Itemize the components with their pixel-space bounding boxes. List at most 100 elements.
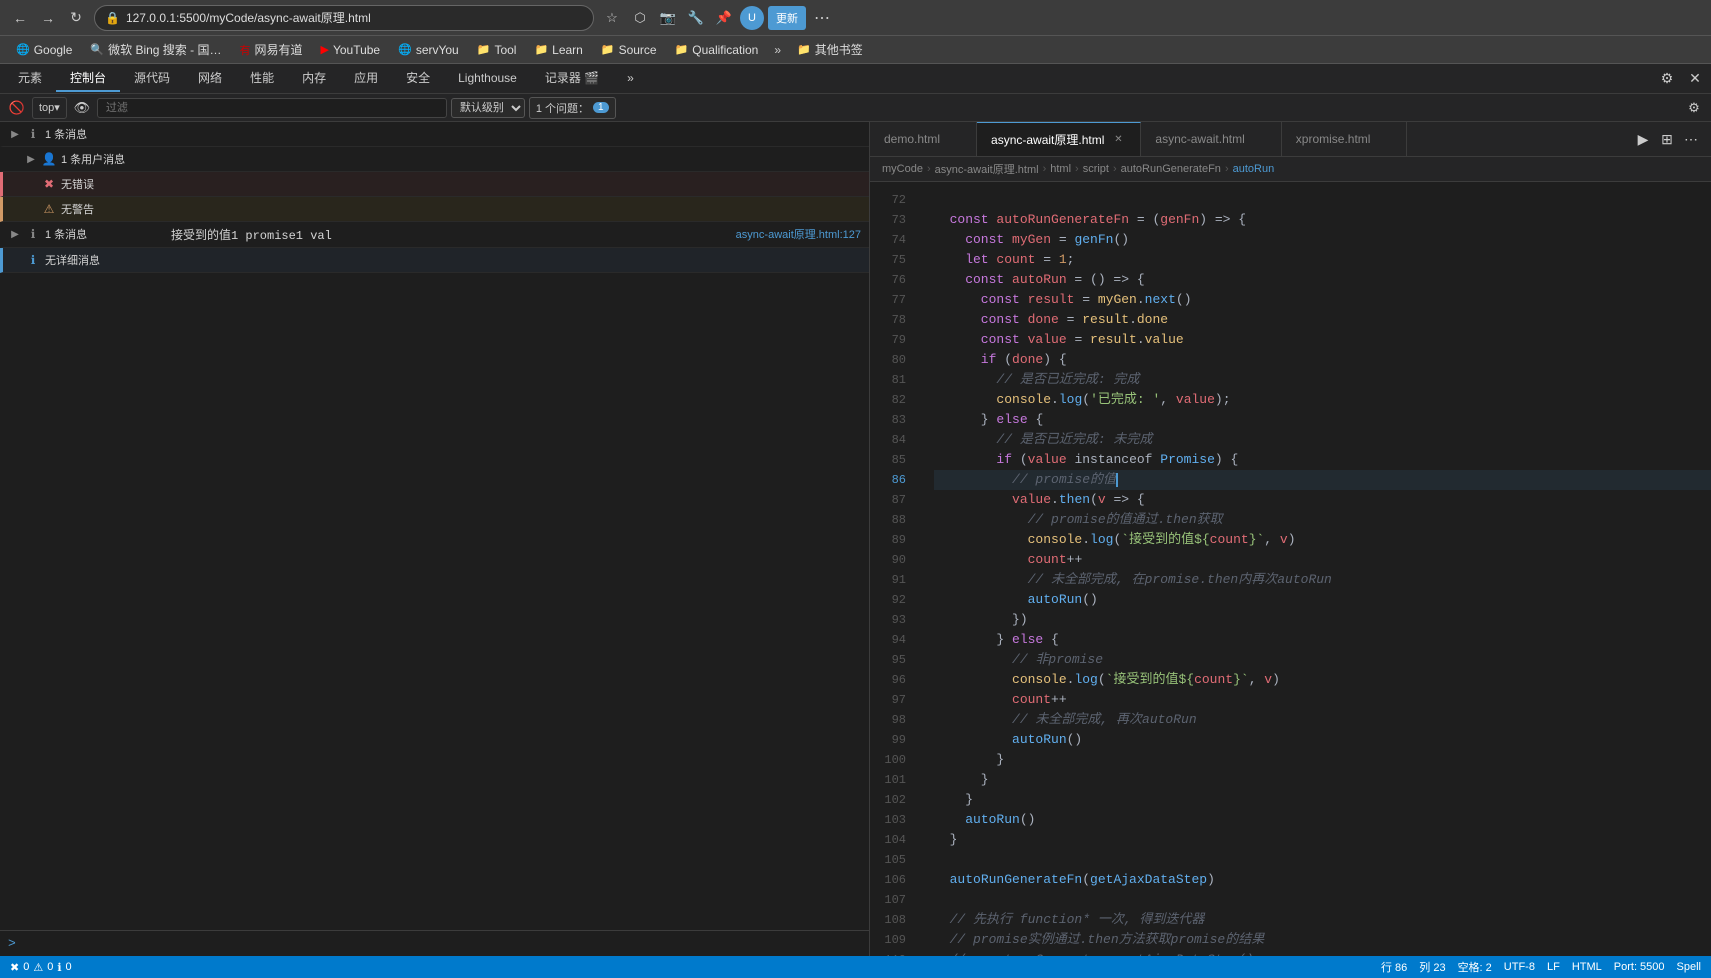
code-line-89: console.log(`接受到的值${count}`, v) [934,530,1711,550]
console-msg-1: ▶ ℹ 1 条消息 [0,122,869,147]
run-button[interactable]: ▶ [1631,127,1655,151]
bookmark-tool[interactable]: 📁 Tool [469,41,525,59]
filter-input[interactable] [97,98,447,118]
status-errors[interactable]: ✖ 0 ⚠ 0 ℹ 0 [10,961,72,974]
status-line[interactable]: 行 86 [1381,959,1407,975]
tab-security[interactable]: 安全 [392,65,444,92]
update-button[interactable]: 更新 [768,6,806,30]
status-line-ending[interactable]: LF [1547,959,1560,975]
code-line-92: autoRun() [934,590,1711,610]
screenshot-button[interactable]: 📷 [656,6,680,30]
close-xpromise-tab[interactable] [1376,131,1392,147]
info-label: 无详细消息 [45,252,100,268]
bookmark-youdao[interactable]: 有 网易有道 [231,39,310,60]
tab-performance[interactable]: 性能 [236,65,288,92]
qualification-folder-icon: 📁 [675,43,689,56]
bookmark-youtube[interactable]: ▶ YouTube [312,41,388,59]
console-top-filter[interactable]: top ▾ [32,97,67,119]
editor-tab-xpromise[interactable]: xpromise.html [1282,122,1408,157]
code-line-79: const value = result.value [934,330,1711,350]
console-eye-button[interactable]: 👁 [71,97,93,119]
devtools-more-tabs[interactable]: » [613,67,648,91]
console-messages: ▶ ℹ 1 条消息 ▶ 👤 1 条用户消息 ▶ ✖ [0,122,869,930]
code-line-90: count++ [934,550,1711,570]
editor-tab-async-await2[interactable]: async-await.html [1141,122,1281,157]
code-line-101: } [934,770,1711,790]
status-language[interactable]: HTML [1572,959,1602,975]
bookmark-source[interactable]: 📁 Source [593,41,665,59]
code-line-103: autoRun() [934,810,1711,830]
error-count-icon: ✖ [10,961,19,974]
code-line-109: // promise实例通过.then方法获取promise的结果 [934,930,1711,950]
devtools-close[interactable]: ✕ [1683,67,1707,91]
code-line-99: autoRun() [934,730,1711,750]
split-editor-button[interactable]: ⊞ [1655,127,1679,151]
tab-recorder[interactable]: 记录器 🎬 [531,65,613,92]
bookmarks-more-button[interactable]: » [768,41,787,59]
tab-lighthouse[interactable]: Lighthouse [444,67,531,91]
status-port[interactable]: Port: 5500 [1614,959,1665,975]
devtools-actions: ⚙ ✕ [1655,67,1707,91]
code-line-80: if (done) { [934,350,1711,370]
profile-button[interactable]: U [740,6,764,30]
code-line-76: const autoRun = () => { [934,270,1711,290]
info-content [163,250,869,254]
bookmark-google[interactable]: 🌐 Google [8,41,80,59]
code-line-72 [934,190,1711,210]
youtube-label: YouTube [333,43,380,57]
close-async-await2-tab[interactable] [1251,131,1267,147]
tab-network[interactable]: 网络 [184,65,236,92]
bookmark-servyou[interactable]: 🌐 servYou [390,41,467,59]
clear-console-button[interactable]: 🚫 [6,97,28,119]
close-async-await-tab[interactable]: ✕ [1110,132,1126,148]
console-settings-button[interactable]: ⚙ [1683,97,1705,119]
code-line-88: // promise的值通过.then获取 [934,510,1711,530]
warn-count-icon: ⚠ [33,961,43,974]
console-msg-main: ▶ ℹ 1 条消息 接受到的值1 promise1 val async-awai… [0,222,869,248]
tab-memory[interactable]: 内存 [288,65,340,92]
issues-badge[interactable]: 1 个问题： 1 [529,97,616,119]
code-line-102: } [934,790,1711,810]
editor-tab-demo[interactable]: demo.html [870,122,977,157]
expand-arrow-2[interactable]: ▶ [25,151,37,167]
breadcrumb-fn[interactable]: autoRunGenerateFn [1121,163,1221,175]
tab-elements[interactable]: 元素 [4,65,56,92]
status-spaces[interactable]: 空格: 2 [1458,959,1492,975]
pin-button[interactable]: 📌 [712,6,736,30]
bookmark-button[interactable]: ☆ [600,6,624,30]
breadcrumb-script[interactable]: script [1083,163,1109,175]
bookmark-qualification[interactable]: 📁 Qualification [667,41,767,59]
status-right: 行 86 列 23 空格: 2 UTF-8 LF HTML Port: 5500… [1381,959,1701,975]
console-input[interactable] [22,937,861,951]
expand-arrow-main[interactable]: ▶ [9,226,21,242]
breadcrumb-file[interactable]: async-await原理.html [935,161,1039,177]
code-line-93: }) [934,610,1711,630]
bookmark-learn[interactable]: 📁 Learn [526,41,590,59]
editor-tab-async-await[interactable]: async-await原理.html ✕ [977,122,1141,157]
status-encoding[interactable]: UTF-8 [1504,959,1535,975]
more-button[interactable]: ⋯ [810,6,834,30]
status-col[interactable]: 列 23 [1419,959,1445,975]
status-spell[interactable]: Spell [1677,959,1701,975]
forward-button[interactable]: → [36,6,60,30]
tab-sources[interactable]: 源代码 [120,65,184,92]
bookmark-other[interactable]: 📁 其他书签 [789,39,871,60]
code-line-85: if (value instanceof Promise) { [934,450,1711,470]
breadcrumb-html[interactable]: html [1050,163,1071,175]
address-bar[interactable]: 🔒 127.0.0.1:5500/myCode/async-await原理.ht… [94,5,594,31]
devtools-settings[interactable]: ⚙ [1655,67,1679,91]
expand-arrow-1[interactable]: ▶ [9,126,21,142]
level-dropdown[interactable]: 默认级别 详细 信息 警告 错误 [451,98,525,118]
tab-console[interactable]: 控制台 [56,65,120,92]
bookmark-bing[interactable]: 🔍 微软 Bing 搜索 - 国… [82,39,229,60]
tab-application[interactable]: 应用 [340,65,392,92]
cast-button[interactable]: ⬡ [628,6,652,30]
reload-button[interactable]: ↻ [64,6,88,30]
breadcrumb-autorun[interactable]: autoRun [1233,163,1275,175]
breadcrumb-mycode[interactable]: myCode [882,163,923,175]
more-editor-button[interactable]: ⋯ [1679,127,1703,151]
back-button[interactable]: ← [8,6,32,30]
close-demo-tab[interactable] [946,131,962,147]
msg-source-main[interactable]: async-await原理.html:127 [728,224,869,244]
extensions-button[interactable]: 🔧 [684,6,708,30]
